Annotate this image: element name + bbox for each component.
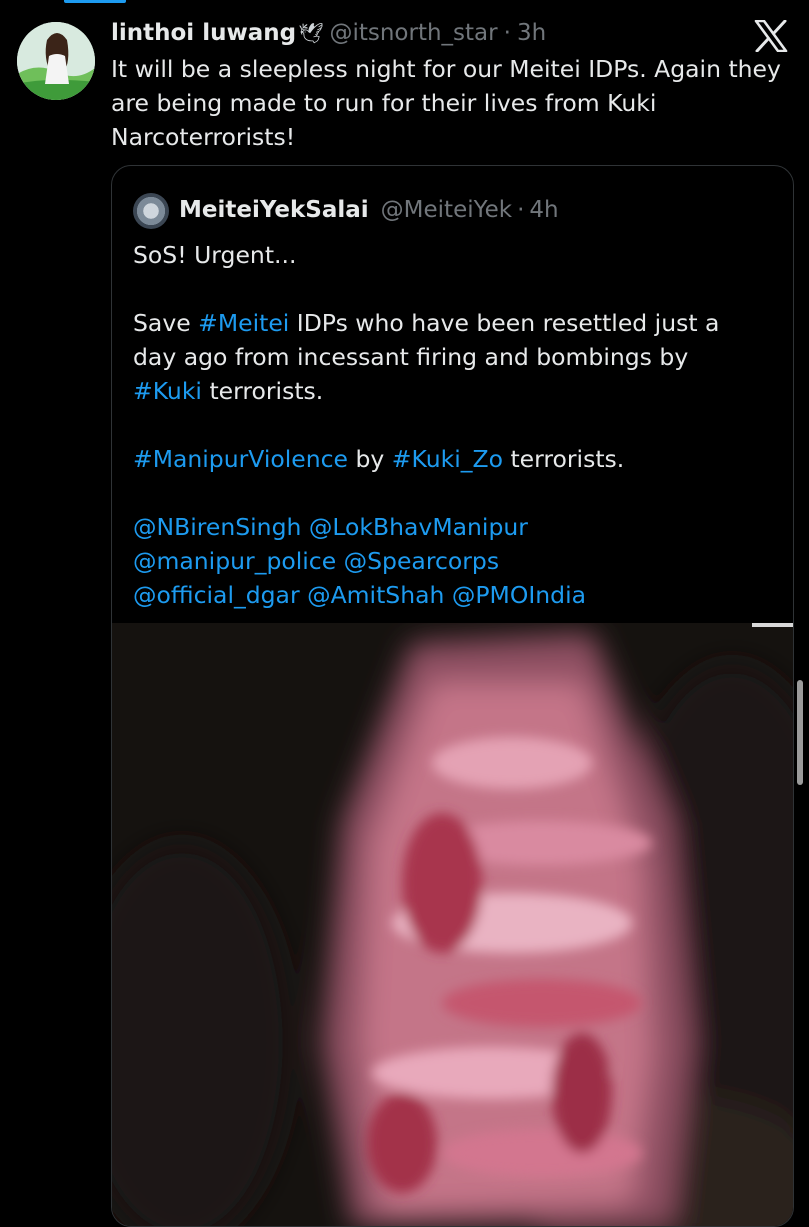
dove-icon: 🕊 <box>298 21 324 45</box>
author-handle[interactable]: @itsnorth_star <box>329 20 497 46</box>
text: IDPs who have been resettled just a <box>289 309 720 337</box>
quoted-line: Save #Meitei IDPs who have been resettle… <box>133 306 773 340</box>
mentions-link[interactable]: @official_dgar @AmitShah @PMOIndia <box>133 578 773 612</box>
hashtag-link[interactable]: #Meitei <box>198 309 289 337</box>
active-indicator <box>64 0 126 3</box>
quoted-author-handle[interactable]: @MeiteiYek <box>381 197 512 223</box>
quoted-post[interactable]: MeiteiYekSalai @MeiteiYek · 4h SoS! Urge… <box>111 165 794 1227</box>
mentions-link[interactable]: @manipur_police @Spearcorps <box>133 544 773 578</box>
hashtag-link[interactable]: #Kuki_Zo <box>392 445 503 473</box>
text: terrorists. <box>502 445 625 473</box>
x-logo-icon[interactable] <box>754 19 788 53</box>
avatar[interactable] <box>17 22 95 100</box>
text: terrorists. <box>201 377 324 405</box>
quoted-header: MeiteiYekSalai @MeiteiYek · 4h <box>179 192 559 228</box>
author-name[interactable]: linthoi luwang <box>111 20 296 46</box>
quoted-avatar[interactable] <box>133 193 169 229</box>
quoted-text: SoS! Urgent... Save #Meitei IDPs who hav… <box>133 238 773 612</box>
quoted-line: #ManipurViolence by #Kuki_Zo terrorists. <box>133 442 773 476</box>
post-text: It will be a sleepless night for our Mei… <box>111 55 781 151</box>
quoted-time[interactable]: 4h <box>529 197 558 223</box>
post-time[interactable]: 3h <box>517 20 546 46</box>
video-thumbnail[interactable] <box>112 623 793 1226</box>
separator: · <box>503 20 511 46</box>
separator: · <box>517 197 525 223</box>
mentions-link[interactable]: @NBirenSingh @LokBhavManipur <box>133 510 773 544</box>
text: Save <box>133 309 199 337</box>
quoted-line: SoS! Urgent... <box>133 241 297 269</box>
quoted-author-name[interactable]: MeiteiYekSalai <box>179 197 369 223</box>
hashtag-link[interactable]: #ManipurViolence <box>133 445 348 473</box>
text: by <box>348 445 392 473</box>
quoted-line: day ago from incessant firing and bombin… <box>133 343 689 371</box>
hashtag-link[interactable]: #Kuki <box>133 377 202 405</box>
scrollbar[interactable] <box>797 680 803 785</box>
post-header: linthoi luwang 🕊 @itsnorth_star · 3h <box>111 16 546 50</box>
quoted-line: #Kuki terrorists. <box>133 374 773 408</box>
